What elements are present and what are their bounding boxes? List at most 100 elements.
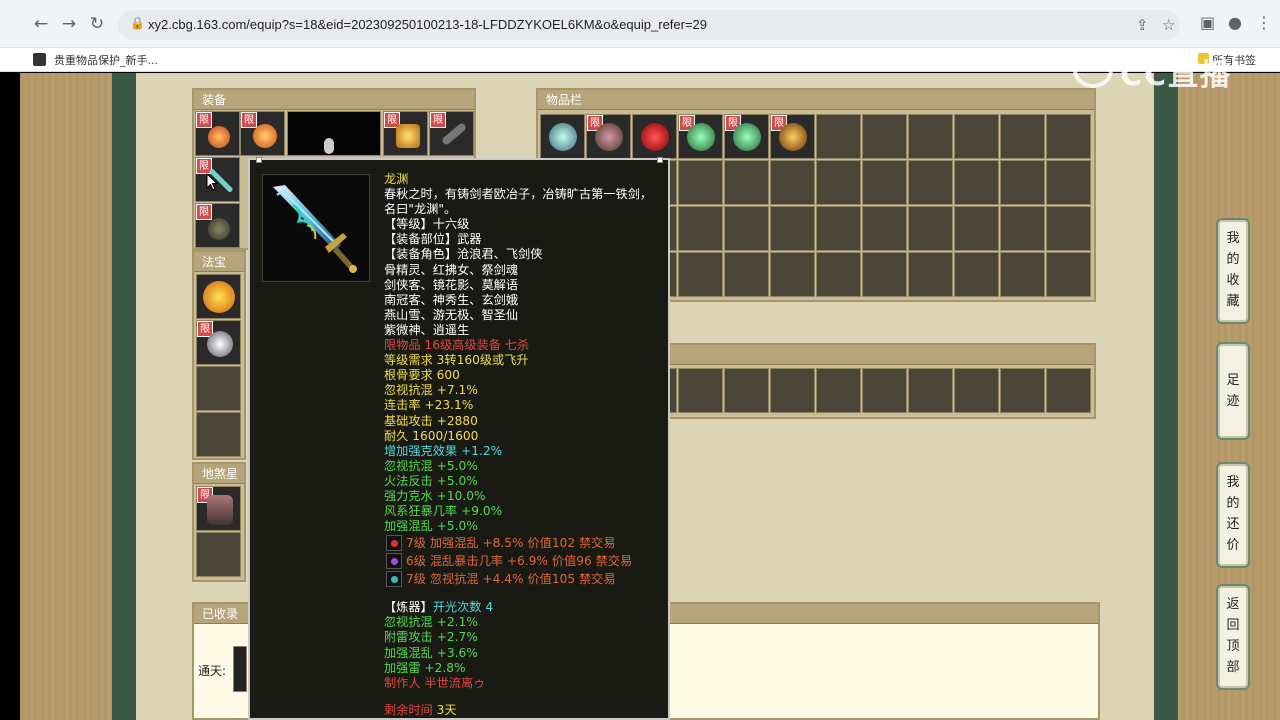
item-roles-line: 燕山雪、游无极、智圣仙 <box>384 307 519 322</box>
storage-slot[interactable] <box>908 368 953 413</box>
counteroffer-char: 我 <box>1226 475 1240 490</box>
my-counteroffer-button[interactable]: 我 的 还 价 <box>1216 462 1250 568</box>
my-favorites-button[interactable]: 我 的 收 藏 <box>1216 218 1250 324</box>
item-base-attr: 基础攻击 +2880 <box>384 413 478 428</box>
inventory-slot[interactable] <box>908 252 953 297</box>
back-to-top-char: 部 <box>1226 660 1240 675</box>
favorites-char: 藏 <box>1226 294 1240 309</box>
tongtian-label: 通天: <box>198 664 227 678</box>
storage-slot[interactable] <box>816 368 861 413</box>
ring-item-icon <box>779 123 807 151</box>
storage-slot[interactable] <box>770 368 815 413</box>
equip-slot-necklace[interactable]: 限 <box>240 111 285 156</box>
armor-icon <box>396 124 420 148</box>
inventory-slot[interactable] <box>678 160 723 205</box>
back-icon[interactable]: ← <box>30 13 52 35</box>
address-bar[interactable]: 🔒 xy2.cbg.163.com/equip?s=18&eid=2023092… <box>118 10 1180 40</box>
character-icon <box>324 138 334 154</box>
inventory-slot[interactable] <box>1046 114 1091 159</box>
inventory-slot[interactable] <box>816 160 861 205</box>
inventory-slot[interactable] <box>770 206 815 251</box>
tongtian-slot[interactable] <box>233 646 247 692</box>
inventory-slot[interactable] <box>1000 206 1045 251</box>
inventory-slot[interactable] <box>954 252 999 297</box>
footprint-button[interactable]: 足 迹 <box>1216 342 1250 440</box>
item-base-attr: 连击率 +23.1% <box>384 398 474 413</box>
inventory-slot[interactable] <box>816 206 861 251</box>
inventory-slot[interactable] <box>862 160 907 205</box>
url-text[interactable]: xy2.cbg.163.com/equip?s=18&eid=202309250… <box>148 17 707 32</box>
profile-icon[interactable]: ● <box>1228 13 1242 32</box>
watermark-logo-icon <box>1073 52 1113 88</box>
inventory-slot[interactable] <box>724 252 769 297</box>
limit-badge: 限 <box>241 112 257 128</box>
sidepanel-icon[interactable]: ▣ <box>1200 13 1215 32</box>
equip-slot-armor[interactable]: 限 <box>383 111 428 156</box>
inventory-slot[interactable] <box>1046 160 1091 205</box>
equip-slot-belt[interactable]: 限 <box>429 111 474 156</box>
inventory-slot[interactable] <box>816 252 861 297</box>
inventory-slot[interactable] <box>724 206 769 251</box>
bookmark-item[interactable]: 贵重物品保护_新手... <box>54 52 158 68</box>
star-icon[interactable]: ☆ <box>1162 16 1175 34</box>
inventory-slot[interactable] <box>862 252 907 297</box>
storage-slot[interactable] <box>1000 368 1045 413</box>
inventory-slot[interactable] <box>724 160 769 205</box>
inventory-slot[interactable] <box>954 160 999 205</box>
equip-slot-helmet[interactable]: 限 <box>195 111 240 156</box>
equip-slot-character[interactable] <box>287 111 381 156</box>
storage-slot[interactable] <box>678 368 723 413</box>
inventory-slot[interactable]: 限 <box>770 114 815 159</box>
fabao-slot[interactable] <box>196 274 241 319</box>
inventory-slot[interactable] <box>1000 114 1045 159</box>
item-roles-line: 紫微神、逍遥生 <box>384 322 470 337</box>
inventory-slot[interactable] <box>908 160 953 205</box>
fabao-slot-empty[interactable] <box>196 366 241 411</box>
inventory-slot[interactable] <box>908 206 953 251</box>
storage-slot[interactable] <box>724 368 769 413</box>
item-extra-attr: 忽视抗混 +5.0% <box>384 458 478 473</box>
favorites-char: 我 <box>1226 231 1240 246</box>
inventory-slot[interactable] <box>1000 252 1045 297</box>
refine-attr: 忽视抗混 +2.1% <box>384 615 478 630</box>
storage-slot[interactable] <box>1046 368 1091 413</box>
inventory-slot[interactable] <box>954 206 999 251</box>
inventory-slot[interactable] <box>770 160 815 205</box>
fabao-slot-empty[interactable] <box>196 412 241 457</box>
item-roles-line: 骨精灵、红拂女、祭剑魂 <box>384 262 519 277</box>
inventory-slot[interactable] <box>770 252 815 297</box>
inventory-slot[interactable] <box>862 114 907 159</box>
inventory-slot[interactable] <box>678 206 723 251</box>
back-to-top-char: 回 <box>1226 618 1240 633</box>
storage-slot[interactable] <box>862 368 907 413</box>
forward-icon[interactable]: → <box>58 13 80 35</box>
item-roles-line: 剑侠客、镜花影、莫解语 <box>384 277 519 292</box>
share-icon[interactable]: ⇪ <box>1136 16 1149 34</box>
inventory-slot[interactable] <box>1046 206 1091 251</box>
inventory-slot[interactable] <box>1046 252 1091 297</box>
inventory-slot[interactable] <box>540 114 585 159</box>
storage-slot[interactable] <box>954 368 999 413</box>
equip-slot-shoes[interactable]: 限 <box>195 203 240 248</box>
disha-slot-empty[interactable] <box>196 532 241 577</box>
red-orb-item-icon <box>641 123 669 151</box>
inventory-slot[interactable]: 限 <box>724 114 769 159</box>
reload-icon[interactable]: ↻ <box>86 13 108 35</box>
inventory-slot[interactable] <box>632 114 677 159</box>
fabao-slot[interactable]: 限 <box>196 320 241 365</box>
inventory-slot[interactable] <box>816 114 861 159</box>
inventory-slot[interactable] <box>1000 160 1045 205</box>
item-extra-attr: 加强混乱 +5.0% <box>384 519 478 534</box>
inventory-slot[interactable] <box>678 252 723 297</box>
inventory-slot[interactable]: 限 <box>586 114 631 159</box>
tooltip-corner <box>256 157 262 163</box>
inventory-slot[interactable] <box>954 114 999 159</box>
back-to-top-button[interactable]: 返 回 顶 部 <box>1216 584 1250 690</box>
inventory-slot[interactable] <box>908 114 953 159</box>
inventory-slot[interactable] <box>862 206 907 251</box>
inventory-slot[interactable]: 限 <box>678 114 723 159</box>
disha-slot[interactable]: 限 <box>196 486 241 531</box>
menu-icon[interactable]: ⋮ <box>1256 13 1272 32</box>
item-slot: 【装备部位】武器 <box>384 232 482 247</box>
